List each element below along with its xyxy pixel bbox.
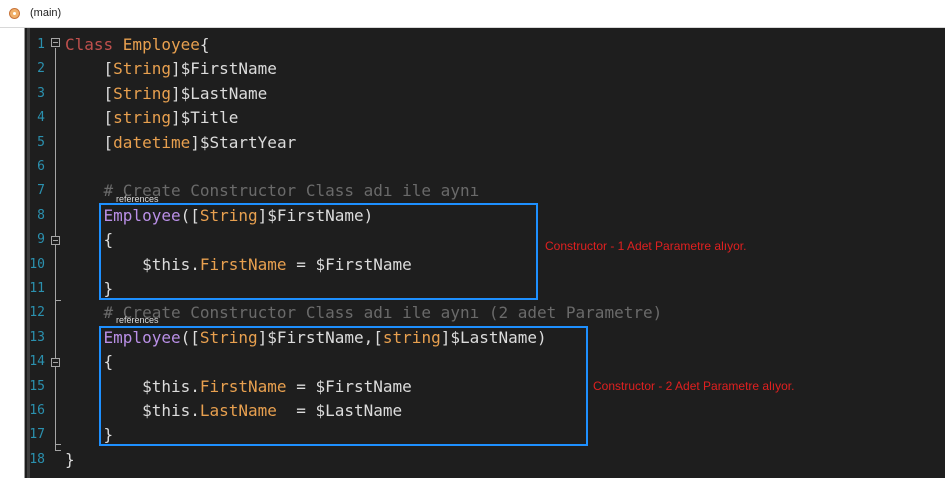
- outline-guide-end: [55, 300, 61, 301]
- code-token: [: [65, 108, 114, 128]
- code-token: Class: [65, 35, 123, 54]
- code-token: String: [113, 83, 171, 103]
- fold-toggle-ctor2-icon[interactable]: [51, 358, 60, 367]
- fold-toggle-ctor1-icon[interactable]: [51, 236, 60, 245]
- code-token: ]: [190, 132, 200, 152]
- code-text[interactable]: [string]$Title: [65, 106, 239, 130]
- code-line[interactable]: 1 Class Employee{: [0, 33, 945, 57]
- code-token: $Title: [180, 108, 239, 128]
- document-tab-bar: (main): [0, 0, 945, 28]
- code-token: [: [65, 83, 114, 103]
- code-line[interactable]: 5 [datetime]$StartYear: [0, 131, 945, 155]
- highlight-box-ctor1: [99, 203, 538, 300]
- line-number: 3: [37, 85, 45, 101]
- code-token: $LastName: [180, 83, 268, 103]
- fold-toggle-class-icon[interactable]: [51, 38, 60, 47]
- code-token: ]: [170, 83, 181, 103]
- code-token: {: [199, 35, 210, 54]
- code-text[interactable]: [String]$LastName: [65, 82, 268, 106]
- line-number: 16: [29, 403, 45, 418]
- code-line[interactable]: 6: [0, 155, 945, 179]
- code-text[interactable]: Class Employee{: [65, 33, 210, 57]
- code-token: string: [113, 108, 171, 128]
- line-number: 12: [29, 305, 45, 321]
- code-token: datetime: [113, 132, 191, 152]
- code-token: ]: [170, 59, 181, 79]
- outline-guide-end: [55, 450, 61, 451]
- line-number: 10: [29, 256, 45, 272]
- code-token: ]: [170, 108, 181, 128]
- line-number: 6: [37, 159, 45, 174]
- code-text[interactable]: [String]$FirstName: [65, 57, 277, 81]
- line-number: 14: [29, 354, 45, 370]
- line-number: 4: [37, 110, 45, 126]
- annotation-ctor1: Constructor - 1 Adet Parametre alıyor.: [545, 239, 747, 253]
- code-line[interactable]: 18}: [0, 448, 945, 472]
- powershell-script-icon: [9, 8, 20, 19]
- code-text[interactable]: [datetime]$StartYear: [65, 131, 297, 155]
- code-token: String: [113, 59, 171, 79]
- line-number: 2: [37, 61, 45, 77]
- outline-guide-class: [55, 48, 56, 450]
- code-token: [: [65, 132, 114, 152]
- code-token: Employee: [122, 35, 200, 54]
- code-token: [: [65, 59, 114, 79]
- code-line[interactable]: 4 [string]$Title: [0, 106, 945, 130]
- line-number: 11: [29, 281, 45, 296]
- code-line[interactable]: 3 [String]$LastName: [0, 82, 945, 106]
- code-editor[interactable]: 1 Class Employee{2 [String]$FirstName 3 [S…: [0, 28, 945, 478]
- codelens-references-ctor2[interactable]: references: [116, 315, 159, 325]
- highlight-box-ctor2: [99, 326, 588, 446]
- document-tab-label[interactable]: (main): [30, 7, 61, 19]
- annotation-ctor2: Constructor - 2 Adet Parametre alıyor.: [593, 379, 795, 393]
- line-number: 7: [37, 183, 45, 199]
- line-number: 18: [29, 451, 45, 467]
- line-number: 8: [37, 207, 45, 223]
- line-number: 1: [37, 37, 45, 52]
- line-number: 9: [37, 232, 45, 248]
- code-token: $FirstName: [180, 59, 277, 79]
- line-number: 17: [29, 427, 45, 443]
- line-number: 13: [29, 329, 45, 345]
- code-token: $StartYear: [199, 132, 297, 152]
- code-line[interactable]: 2 [String]$FirstName: [0, 57, 945, 81]
- line-number: 5: [37, 134, 45, 150]
- line-number: 15: [29, 378, 45, 394]
- code-token: }: [65, 449, 75, 469]
- outline-guide-end: [55, 444, 61, 445]
- code-text[interactable]: }: [65, 448, 75, 472]
